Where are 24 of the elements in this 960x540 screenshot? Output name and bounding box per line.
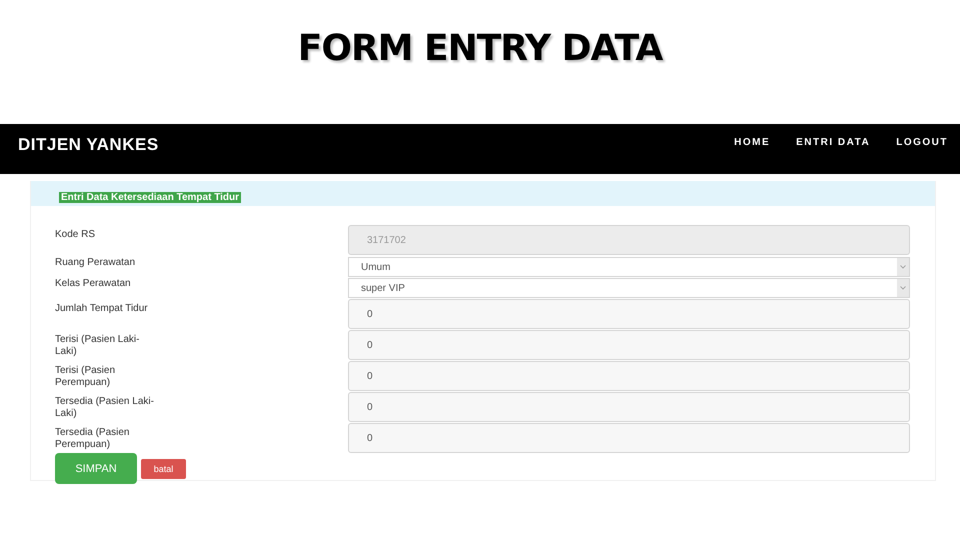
caret-icon (897, 279, 909, 297)
input-field[interactable]: 0 (348, 330, 910, 360)
field-label: Ruang Perawatan (55, 257, 136, 270)
slide-title: FORM ENTRY DATA (298, 28, 662, 71)
nav-link[interactable]: LOGOUT (896, 137, 948, 148)
cancel-button[interactable]: batal (141, 458, 186, 478)
input-field[interactable]: 0 (348, 423, 910, 453)
dropdown-field[interactable]: Umum (348, 257, 910, 277)
field-label: Tersedia (Pasien Laki-Laki) (55, 395, 155, 421)
dropdown-field[interactable]: super VIP (348, 278, 910, 298)
field-label: Terisi (Pasien Laki-Laki) (55, 333, 140, 359)
nav-link[interactable]: HOME (734, 137, 770, 148)
field-label: Jumlah Tempat Tidur (55, 302, 149, 316)
nav-link[interactable]: ENTRI DATA (796, 137, 870, 148)
field-label: Tersedia (Pasien Perempuan) (55, 426, 130, 452)
input-field[interactable]: 0 (348, 361, 910, 391)
input-field[interactable]: 0 (348, 299, 910, 329)
caret-icon (897, 258, 909, 276)
field-label: Terisi (Pasien Perempuan) (55, 364, 116, 390)
panel-title: Entri Data Ketersediaan Tempat Tidur (59, 192, 242, 203)
brand-title: DITJEN YANKES (18, 135, 159, 155)
field-label: Kelas Perawatan (55, 278, 132, 291)
input-field[interactable]: 0 (348, 392, 910, 422)
field-label: Kode RS (55, 228, 96, 242)
